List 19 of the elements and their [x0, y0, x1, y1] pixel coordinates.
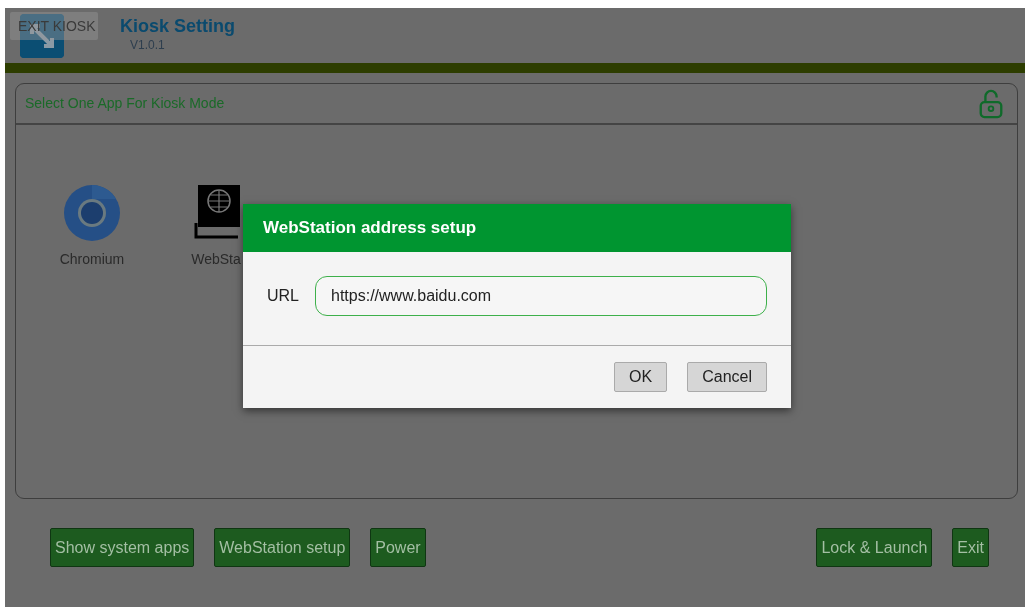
- action-button[interactable]: Lock & Launch: [816, 528, 933, 567]
- panel-title: Select One App For Kiosk Mode: [25, 94, 225, 113]
- app-label: Chromium: [59, 250, 125, 269]
- version-text: V1.0.1: [130, 37, 166, 55]
- url-input-field[interactable]: https://www.baidu.com: [315, 276, 767, 316]
- action-button[interactable]: Power: [370, 528, 426, 567]
- chromium-icon[interactable]: [64, 185, 120, 241]
- dialog-title: WebStation address setup: [243, 204, 791, 252]
- unlocked-padlock-icon[interactable]: [977, 87, 1005, 120]
- action-button[interactable]: WebStation setup: [214, 528, 351, 567]
- app-label: WebSta: [191, 250, 241, 269]
- app-title: Kiosk Setting: [120, 16, 235, 37]
- action-button[interactable]: Show system apps: [50, 528, 195, 567]
- monitor-globe-icon[interactable]: [192, 185, 240, 241]
- exit-kiosk-button[interactable]: EXIT KIOSK: [10, 12, 98, 40]
- ok-button[interactable]: OK: [614, 362, 668, 392]
- field-label: URL: [267, 286, 299, 306]
- action-button[interactable]: Exit: [952, 528, 989, 567]
- cancel-button[interactable]: Cancel: [687, 362, 767, 392]
